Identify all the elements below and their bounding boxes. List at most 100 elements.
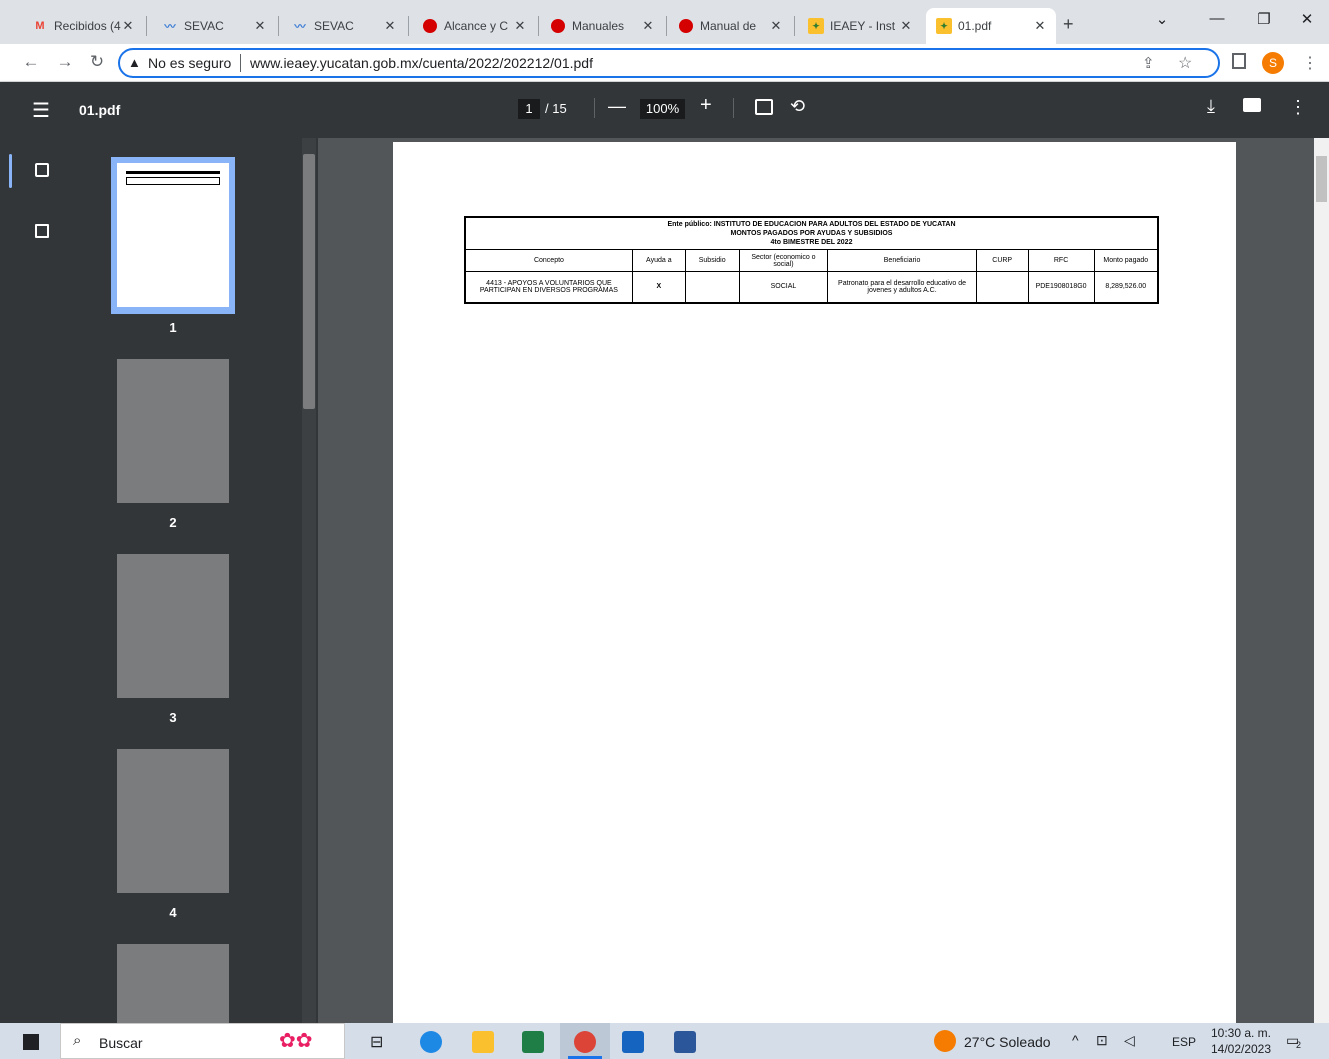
close-icon[interactable]: ✕: [898, 18, 914, 34]
chrome-taskbar-active[interactable]: [560, 1023, 610, 1059]
forward-button[interactable]: →: [54, 52, 76, 72]
table-cell: 8,289,526.00: [1093, 271, 1159, 303]
close-window-button[interactable]: ✕: [1295, 10, 1319, 28]
header-period: 4to BIMESTRE DEL 2022: [770, 239, 853, 246]
header-entity: Ente público: INSTITUTO DE EDUCACION PAR…: [667, 221, 956, 228]
close-icon[interactable]: ✕: [252, 18, 268, 34]
address-bar[interactable]: ▲ No es seguro www.ieaey.yucatan.gob.mx/…: [118, 48, 1220, 78]
restore-button[interactable]: ❐: [1252, 10, 1276, 28]
weather-text[interactable]: 27°C Soleado: [964, 1034, 1051, 1050]
header-title: MONTOS PAGADOS POR AYUDAS Y SUBSIDIOS: [730, 230, 893, 237]
column-header: Concepto: [464, 249, 633, 272]
tab-01-pdf[interactable]: ✦ 01.pdf ✕: [926, 8, 1056, 44]
tab-sevac-1[interactable]: 〰 SEVAC ✕: [152, 8, 276, 44]
url-text[interactable]: www.ieaey.yucatan.gob.mx/cuenta/2022/202…: [250, 55, 593, 71]
warning-icon[interactable]: ▲: [128, 55, 141, 70]
thumbnail-page-2[interactable]: [117, 359, 229, 503]
close-icon[interactable]: ✕: [640, 18, 656, 34]
column-header: Sector (economico o social): [738, 249, 829, 272]
share-icon[interactable]: ⇪: [1142, 54, 1155, 72]
thumbnail-page-3[interactable]: [117, 554, 229, 698]
active-indicator: [9, 154, 12, 188]
table-cell: Patronato para el desarrollo educativo d…: [827, 271, 977, 303]
thumbnail-page-5[interactable]: [117, 944, 229, 1023]
zoom-out-button[interactable]: —: [608, 96, 626, 117]
sidebar-menu-icon[interactable]: ☰: [32, 98, 50, 123]
column-header: Monto pagado: [1093, 249, 1159, 272]
windows-taskbar: ⌕ Buscar ✿✿ ⊟ 27°C Soleado ^ ⊡ ◁ ESP 10:…: [0, 1023, 1329, 1059]
new-tab-button[interactable]: +: [1063, 14, 1074, 35]
windows-start-icon[interactable]: [23, 1034, 39, 1050]
tab-manuales[interactable]: Manuales ✕: [540, 8, 664, 44]
table-cell: [975, 271, 1029, 303]
file-explorer-icon[interactable]: [472, 1031, 494, 1053]
thumbnail-page-1[interactable]: [117, 163, 229, 307]
print-icon[interactable]: [1243, 98, 1261, 112]
network-icon[interactable]: ⊡: [1096, 1032, 1108, 1049]
reload-button[interactable]: ↻: [86, 52, 108, 72]
close-icon[interactable]: ✕: [512, 18, 528, 34]
table-cell: [684, 271, 740, 303]
rotate-icon[interactable]: ⟲: [790, 96, 805, 117]
outline-view-icon[interactable]: [35, 224, 49, 238]
word-icon[interactable]: [674, 1031, 696, 1053]
thumbnail-page-4[interactable]: [117, 749, 229, 893]
sidebar-scroll-thumb[interactable]: [303, 154, 315, 409]
security-label[interactable]: No es seguro: [148, 55, 231, 71]
viewer-scroll-thumb[interactable]: [1316, 156, 1327, 202]
minimize-button[interactable]: —: [1205, 10, 1229, 27]
flowers-icon: ✿✿: [279, 1030, 313, 1052]
tab-search-icon[interactable]: ⌄: [1150, 10, 1174, 28]
page-number-input[interactable]: 1: [518, 99, 540, 119]
table-header: Ente público: INSTITUTO DE EDUCACION PAR…: [464, 216, 1159, 250]
tab-sevac-2[interactable]: 〰 SEVAC ✕: [282, 8, 406, 44]
search-placeholder: Buscar: [99, 1035, 143, 1051]
edge-icon[interactable]: [420, 1031, 442, 1053]
viewer-scrollbar[interactable]: [1314, 138, 1329, 1023]
profile-avatar[interactable]: S: [1262, 52, 1284, 74]
menu-kebab-icon[interactable]: ⋮: [1302, 53, 1318, 73]
task-view-icon[interactable]: ⊟: [370, 1032, 383, 1052]
download-icon[interactable]: ⤓: [1207, 96, 1215, 117]
back-button[interactable]: ←: [20, 52, 42, 72]
close-icon[interactable]: ✕: [1032, 18, 1048, 34]
pdf-page: Ente público: INSTITUTO DE EDUCACION PAR…: [393, 142, 1236, 1023]
column-header: Beneficiario: [827, 249, 977, 272]
thumbnails-view-icon[interactable]: [35, 163, 49, 177]
red-circle-icon: [422, 18, 438, 34]
chrome-icon: [574, 1031, 596, 1053]
bookmark-star-icon[interactable]: ☆: [1178, 53, 1192, 73]
zoom-in-button[interactable]: +: [700, 94, 712, 117]
tab-separator: [408, 16, 409, 36]
ieaey-icon: ✦: [808, 18, 824, 34]
language-indicator[interactable]: ESP: [1172, 1035, 1196, 1049]
navigation-bar: ← → ↻ ▲ No es seguro www.ieaey.yucatan.g…: [0, 44, 1329, 82]
toolbar-divider: [594, 98, 595, 118]
sidebar-scrollbar[interactable]: [302, 138, 316, 1023]
clock-time[interactable]: 10:30 a. m.: [1208, 1026, 1274, 1040]
taskbar-search-box[interactable]: ⌕ Buscar ✿✿: [60, 1023, 345, 1059]
tab-ieaey[interactable]: ✦ IEAEY - Inst ✕: [798, 8, 922, 44]
table-cell: 4413 - APOYOS A VOLUNTARIOS QUE PARTICIP…: [464, 271, 633, 303]
speaker-icon[interactable]: ◁: [1124, 1032, 1135, 1049]
side-panel-icon[interactable]: [1232, 53, 1246, 69]
tab-alcance[interactable]: Alcance y C ✕: [412, 8, 536, 44]
close-icon[interactable]: ✕: [768, 18, 784, 34]
more-actions-icon[interactable]: ⋮: [1289, 97, 1307, 118]
toolbar-divider: [733, 98, 734, 118]
notification-count: 2: [1296, 1040, 1302, 1050]
tab-recibidos[interactable]: M Recibidos (4 ✕: [22, 8, 144, 44]
chevron-up-icon[interactable]: ^: [1072, 1032, 1079, 1048]
tab-manual-de[interactable]: Manual de ✕: [668, 8, 792, 44]
clock-date[interactable]: 14/02/2023: [1208, 1042, 1274, 1056]
column-header: Ayuda a: [631, 249, 686, 272]
store-icon[interactable]: [622, 1031, 644, 1053]
sevac-icon: 〰: [294, 21, 306, 33]
close-icon[interactable]: ✕: [382, 18, 398, 34]
excel-icon[interactable]: [522, 1031, 544, 1053]
close-icon[interactable]: ✕: [120, 18, 136, 34]
fit-page-icon[interactable]: [755, 99, 773, 115]
weather-sun-icon[interactable]: [934, 1030, 956, 1052]
zoom-input[interactable]: 100%: [640, 99, 685, 119]
tab-separator: [146, 16, 147, 36]
